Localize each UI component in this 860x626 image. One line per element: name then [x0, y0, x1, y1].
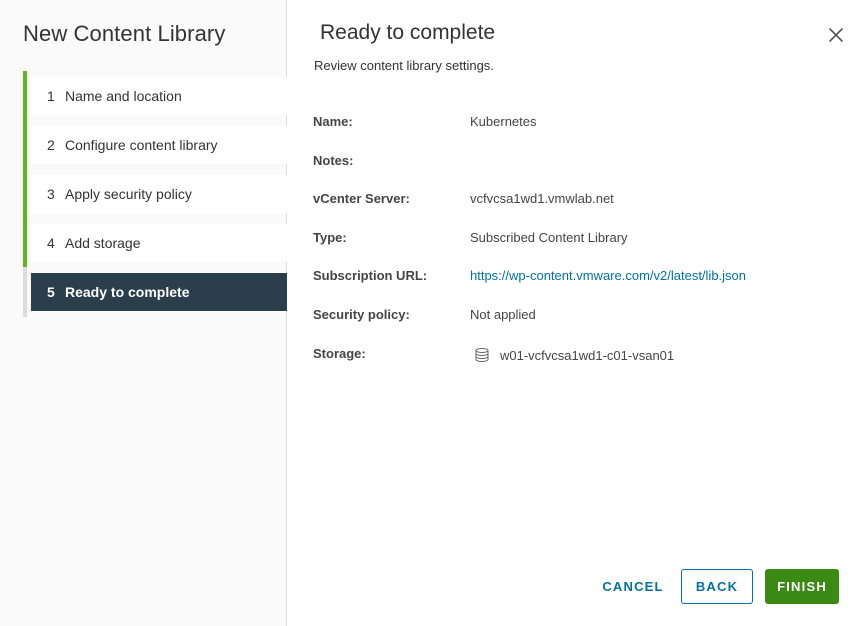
step-number: 3: [47, 186, 55, 202]
step-number: 4: [47, 235, 55, 251]
field-value: w01-vcfvcsa1wd1-c01-vsan01: [470, 347, 674, 363]
field-label: Type:: [313, 230, 347, 245]
step-label: Apply security policy: [65, 186, 192, 202]
field-value: Not applied: [470, 307, 536, 322]
back-button[interactable]: BACK: [681, 569, 753, 604]
step-add-storage[interactable]: 4 Add storage: [31, 224, 287, 262]
page-subtitle: Review content library settings.: [314, 58, 494, 73]
field-label: Notes:: [313, 153, 354, 168]
step-name-and-location[interactable]: 1 Name and location: [31, 77, 287, 115]
close-button[interactable]: [826, 25, 846, 45]
step-label: Add storage: [65, 235, 141, 251]
field-value: Kubernetes: [470, 114, 537, 129]
field-notes: Notes:: [313, 153, 833, 173]
field-vcenter-server: vCenter Server: vcfvcsa1wd1.vmwlab.net: [313, 191, 833, 211]
wizard-title: New Content Library: [23, 21, 226, 46]
field-label: Security policy:: [313, 307, 410, 322]
field-security-policy: Security policy: Not applied: [313, 307, 833, 327]
step-label: Configure content library: [65, 137, 218, 153]
step-number: 5: [47, 284, 55, 300]
step-ready-to-complete[interactable]: 5 Ready to complete: [31, 273, 287, 311]
field-storage: Storage: w01-vcfvcsa1wd1-c01-vsan01: [313, 346, 833, 366]
field-name: Name: Kubernetes: [313, 114, 833, 134]
finish-button[interactable]: FINISH: [765, 569, 839, 604]
step-number: 2: [47, 137, 55, 153]
step-label: Ready to complete: [65, 284, 190, 300]
step-number: 1: [47, 88, 55, 104]
step-label: Name and location: [65, 88, 182, 104]
field-label: Subscription URL:: [313, 268, 428, 283]
page-title: Ready to complete: [320, 21, 496, 44]
field-label: vCenter Server:: [313, 191, 410, 206]
subscription-url-link[interactable]: https://wp-content.vmware.com/v2/latest/…: [470, 268, 746, 283]
field-label: Storage:: [313, 346, 366, 361]
field-value: vcfvcsa1wd1.vmwlab.net: [470, 191, 614, 206]
field-subscription-url: Subscription URL: https://wp-content.vmw…: [313, 268, 833, 288]
cancel-button[interactable]: CANCEL: [598, 569, 668, 604]
storage-name: w01-vcfvcsa1wd1-c01-vsan01: [500, 347, 675, 363]
datastore-icon: [475, 348, 489, 363]
wizard-sidebar: New Content Library 1 Name and location …: [0, 0, 287, 626]
close-icon: [829, 28, 843, 42]
step-progress-bar: [23, 71, 27, 267]
field-type: Type: Subscribed Content Library: [313, 230, 833, 250]
field-value: Subscribed Content Library: [470, 230, 628, 245]
step-configure-content-library[interactable]: 2 Configure content library: [31, 126, 287, 164]
field-label: Name:: [313, 114, 353, 129]
step-apply-security-policy[interactable]: 3 Apply security policy: [31, 175, 287, 213]
